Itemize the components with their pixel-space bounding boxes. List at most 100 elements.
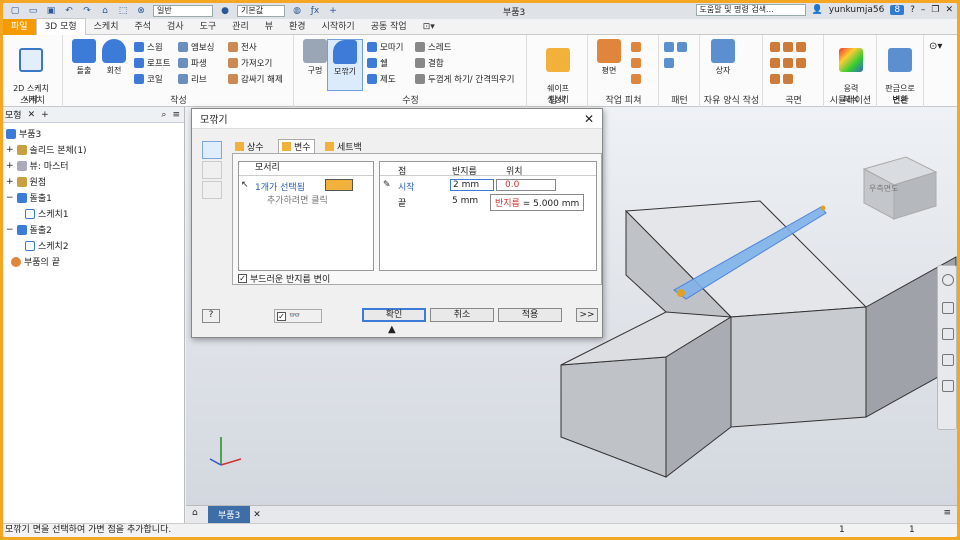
dialog-collapse-icon[interactable]: ▲ (388, 324, 396, 335)
ok-button[interactable]: 확인 (362, 308, 426, 322)
edges-list[interactable]: 모서리 ↖ 1개가 선택됨 추가하려면 클릭 (238, 161, 374, 271)
draft-button[interactable]: 제도 (367, 73, 396, 85)
ucs-button[interactable] (631, 73, 641, 85)
home-icon[interactable]: ⌂ (99, 5, 111, 17)
surface-tools-row1[interactable] (770, 41, 806, 53)
tab-tools[interactable]: 도구 (192, 19, 225, 35)
orbit-icon[interactable] (942, 354, 954, 366)
tab-manage[interactable]: 관리 (224, 19, 257, 35)
points-table[interactable]: 점 반지름 위치 ✎ 시작 2 mm 0.0 끝 5 mm (379, 161, 597, 271)
chamfer-button[interactable]: 모따기 (367, 41, 403, 53)
plane-button[interactable]: 평면 (591, 39, 627, 76)
tree-item-extrusion1[interactable]: − 돌출1 (6, 191, 52, 204)
tab-get-started[interactable]: 시작하기 (314, 19, 363, 35)
tab-3d-model[interactable]: 3D 모형 (35, 18, 86, 35)
zoom-icon[interactable] (942, 328, 954, 340)
help-search-input[interactable]: 도움말 및 명령 검색... (695, 4, 806, 16)
smooth-transition-checkbox[interactable]: ✓ (238, 274, 247, 283)
loft-button[interactable]: 로프트 (134, 57, 170, 69)
undo-icon[interactable]: ↶ (63, 5, 75, 17)
tab-collaborate[interactable]: 공동 작업 (363, 19, 415, 35)
mirror-button[interactable] (664, 57, 674, 69)
derive-button[interactable]: 파생 (178, 57, 207, 69)
tab-constant[interactable]: 상수 (232, 139, 267, 153)
help-icon[interactable]: ? (910, 5, 915, 15)
material-dropdown[interactable]: 기본값 (237, 5, 285, 17)
edge-selected[interactable]: 1개가 선택됨 (255, 180, 305, 193)
notification-badge[interactable]: 8 (890, 5, 905, 15)
tab-variable[interactable]: 변수 (278, 139, 315, 153)
expand-icon[interactable]: − (6, 225, 14, 235)
import-button[interactable]: 가져오기 (228, 57, 272, 69)
tab-inspect[interactable]: 검사 (159, 19, 192, 35)
document-tab-part3[interactable]: 부품3 (208, 506, 251, 523)
edge-fillet-mode-icon[interactable] (202, 141, 222, 159)
rib-button[interactable]: 리브 (178, 73, 207, 85)
function-icon[interactable]: ƒx (309, 5, 321, 17)
pan-icon[interactable] (942, 302, 954, 314)
document-tab-close-icon[interactable]: ✕ (253, 510, 261, 520)
coil-button[interactable]: 코일 (134, 73, 163, 85)
tab-options-icon[interactable]: ⊡▾ (415, 19, 443, 35)
tree-item-extrusion2[interactable]: − 돌출2 (6, 223, 52, 236)
user-icon[interactable]: 👤 (812, 5, 823, 15)
dialog-close-icon[interactable]: ✕ (584, 112, 594, 126)
revolve-button[interactable]: 회전 (96, 39, 132, 76)
tree-item-sketch2[interactable]: 스케치2 (25, 239, 69, 252)
cancel-button[interactable]: 취소 (430, 308, 494, 322)
restore-icon[interactable]: ❐ (931, 5, 939, 15)
thicken-offset-button[interactable]: 두껍게 하기/ 간격띄우기 (415, 73, 514, 85)
rect-pattern-button[interactable] (664, 41, 687, 53)
tab-file[interactable]: 파일 (3, 18, 36, 35)
box-button[interactable]: 상자 (705, 39, 741, 76)
apply-button[interactable]: 적용 (498, 308, 562, 322)
surface-tools-row2[interactable] (770, 57, 806, 69)
end-radius-value[interactable]: 5 mm (452, 196, 478, 206)
front-face[interactable] (730, 306, 867, 428)
unwrap-button[interactable]: 감싸기 해제 (228, 73, 283, 85)
appearance-icon[interactable]: ● (219, 5, 231, 17)
material-sphere-icon[interactable]: ⊗ (135, 5, 147, 17)
tree-item-origin[interactable]: + 원점 (6, 175, 46, 188)
save-icon[interactable]: ▣ (45, 5, 57, 17)
redo-icon[interactable]: ↷ (81, 5, 93, 17)
new-file-icon[interactable]: ▢ (9, 5, 21, 17)
start-radius-input[interactable]: 2 mm (450, 179, 494, 191)
globe-icon[interactable]: ◍ (291, 5, 303, 17)
preview-toggle[interactable]: ✓ 👓 (274, 309, 322, 323)
surface-tools-row3[interactable] (770, 73, 793, 85)
more-button[interactable]: >> (576, 308, 598, 322)
preview-checkbox[interactable]: ✓ (277, 311, 286, 321)
tab-annotate[interactable]: 주석 (126, 19, 159, 35)
browser-menu-icon[interactable]: ≡ (172, 110, 180, 120)
select-icon[interactable]: ⬚ (117, 5, 129, 17)
expand-icon[interactable]: + (6, 177, 14, 187)
tree-item-part[interactable]: 부품3 (6, 127, 41, 140)
browser-close-icon[interactable]: ✕ (28, 110, 36, 120)
tree-item-solid-bodies[interactable]: + 솔리드 본체(1) (6, 143, 87, 156)
ribbon-options-icon[interactable]: ⊙▾ (929, 41, 942, 52)
minimize-icon[interactable]: – (921, 5, 926, 15)
tree-item-view[interactable]: + 뷰: 마스터 (6, 159, 69, 172)
user-name[interactable]: yunkumja56 (829, 5, 885, 15)
smooth-transition-option[interactable]: ✓ 부드러운 반지름 변이 (238, 272, 330, 285)
point-button[interactable] (631, 57, 641, 69)
expand-icon[interactable]: + (6, 161, 14, 171)
row-end-point[interactable]: 끝 (398, 196, 406, 209)
help-icon[interactable]: ? (202, 309, 220, 323)
expand-icon[interactable]: + (6, 145, 14, 155)
tab-setbacks[interactable]: 세트백 (322, 139, 365, 153)
expand-icon[interactable]: − (6, 193, 14, 203)
axis-button[interactable] (631, 41, 641, 53)
tab-sketch[interactable]: 스케치 (86, 19, 127, 35)
decal-button[interactable]: 전사 (228, 41, 257, 53)
fillet-start-point[interactable] (677, 289, 685, 297)
fillet-end-point[interactable] (820, 205, 826, 211)
row-start-point[interactable]: 시작 (398, 180, 415, 193)
close-icon[interactable]: ✕ (945, 5, 953, 15)
browser-add-icon[interactable]: + (41, 110, 49, 120)
tree-item-sketch1[interactable]: 스케치1 (25, 207, 69, 220)
tab-view[interactable]: 뷰 (257, 19, 281, 35)
home-tab-icon[interactable]: ⌂ (192, 508, 198, 518)
look-at-icon[interactable] (942, 380, 954, 392)
